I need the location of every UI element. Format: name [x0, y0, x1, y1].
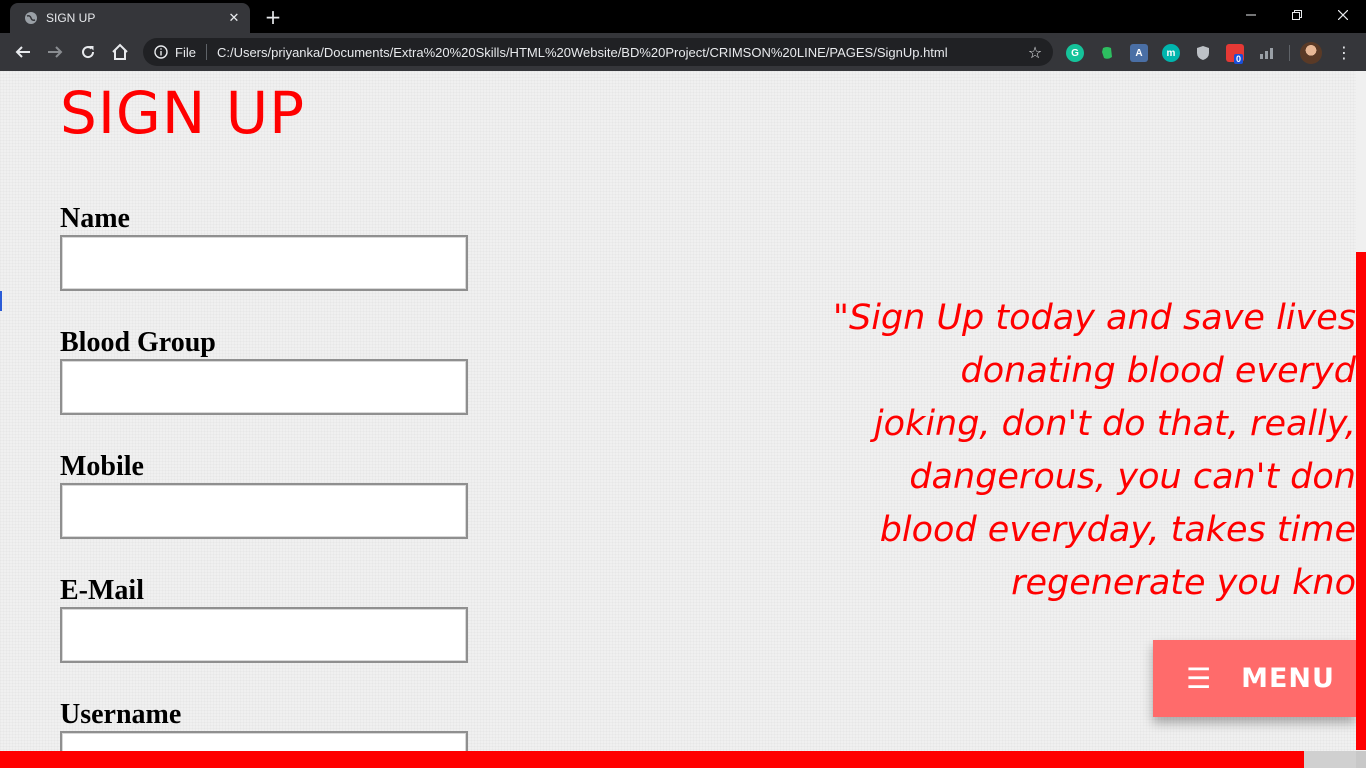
scroll-corner: [1304, 751, 1356, 768]
extension-badge-count: 0: [1234, 54, 1244, 64]
mercury-icon[interactable]: m: [1162, 44, 1180, 62]
kebab-menu-icon[interactable]: ⋮: [1333, 42, 1355, 64]
chart-icon[interactable]: [1258, 44, 1276, 62]
quote-line: donating blood everyd: [960, 351, 1356, 391]
new-tab-icon[interactable]: +: [262, 6, 284, 28]
browser-tab[interactable]: SIGN UP ✕: [10, 3, 250, 33]
email-label: E-Mail: [60, 575, 144, 606]
omnibox-divider: [205, 44, 207, 60]
forward-arrow-icon[interactable]: [40, 37, 70, 67]
menu-button[interactable]: ☰ MENU: [1153, 640, 1356, 717]
extension-badge-icon[interactable]: 0: [1226, 44, 1244, 64]
star-icon[interactable]: ☆: [1023, 40, 1047, 64]
home-icon[interactable]: [105, 37, 135, 67]
scrollbar-thumb[interactable]: [1356, 252, 1366, 750]
address-bar[interactable]: File C:/Users/priyanka/Documents/Extra%2…: [143, 38, 1053, 66]
url-text[interactable]: C:/Users/priyanka/Documents/Extra%20%20S…: [217, 45, 1023, 60]
name-field-group: Name: [60, 204, 468, 291]
tab-title: SIGN UP: [46, 11, 96, 25]
name-label: Name: [60, 203, 130, 234]
blood-group-field-group: Blood Group: [60, 328, 468, 415]
email-input[interactable]: [60, 607, 468, 663]
blood-group-label: Blood Group: [60, 327, 216, 358]
page-title: SIGN UP: [60, 79, 306, 147]
left-edge-accent: [0, 291, 2, 311]
quote-line: dangerous, you can't don: [909, 457, 1356, 497]
scrollbar-track-end: [1356, 751, 1366, 768]
globe-icon: [23, 10, 39, 26]
shield-icon[interactable]: [1194, 44, 1212, 62]
translate-icon[interactable]: A: [1130, 44, 1148, 62]
quote-line: joking, don't do that, really,: [873, 404, 1356, 444]
toolbar-divider: [1289, 45, 1290, 61]
name-input[interactable]: [60, 235, 468, 291]
minimize-icon[interactable]: [1228, 0, 1274, 30]
quote-line: blood everyday, takes time: [879, 510, 1356, 550]
menu-label: MENU: [1241, 663, 1335, 694]
quote-line: regenerate you kno: [1011, 563, 1356, 603]
info-icon[interactable]: [153, 44, 169, 60]
blood-group-input[interactable]: [60, 359, 468, 415]
tab-close-icon[interactable]: ✕: [224, 8, 244, 28]
vertical-scrollbar[interactable]: [1356, 71, 1366, 768]
reload-icon[interactable]: [73, 37, 103, 67]
email-field-group: E-Mail: [60, 576, 468, 663]
footer-accent-bar: [0, 751, 1304, 768]
tab-strip: SIGN UP ✕ +: [0, 0, 1366, 33]
signup-quote: "Sign Up today and save lives donating b…: [756, 292, 1356, 610]
quote-line: "Sign Up today and save lives: [832, 298, 1356, 338]
page-viewport: SIGN UP Name Blood Group Mobile E-Mail U…: [0, 71, 1356, 768]
back-arrow-icon[interactable]: [8, 37, 38, 67]
evernote-icon[interactable]: [1098, 44, 1116, 62]
mobile-field-group: Mobile: [60, 452, 468, 539]
grammarly-icon[interactable]: G: [1066, 44, 1084, 62]
restore-icon[interactable]: [1274, 0, 1320, 30]
hamburger-icon: ☰: [1186, 661, 1212, 695]
mobile-label: Mobile: [60, 451, 144, 482]
browser-toolbar: File C:/Users/priyanka/Documents/Extra%2…: [0, 33, 1366, 71]
username-label: Username: [60, 699, 182, 730]
avatar[interactable]: [1300, 42, 1322, 64]
window-close-icon[interactable]: [1320, 0, 1366, 30]
mobile-input[interactable]: [60, 483, 468, 539]
url-scheme-label: File: [175, 44, 196, 60]
